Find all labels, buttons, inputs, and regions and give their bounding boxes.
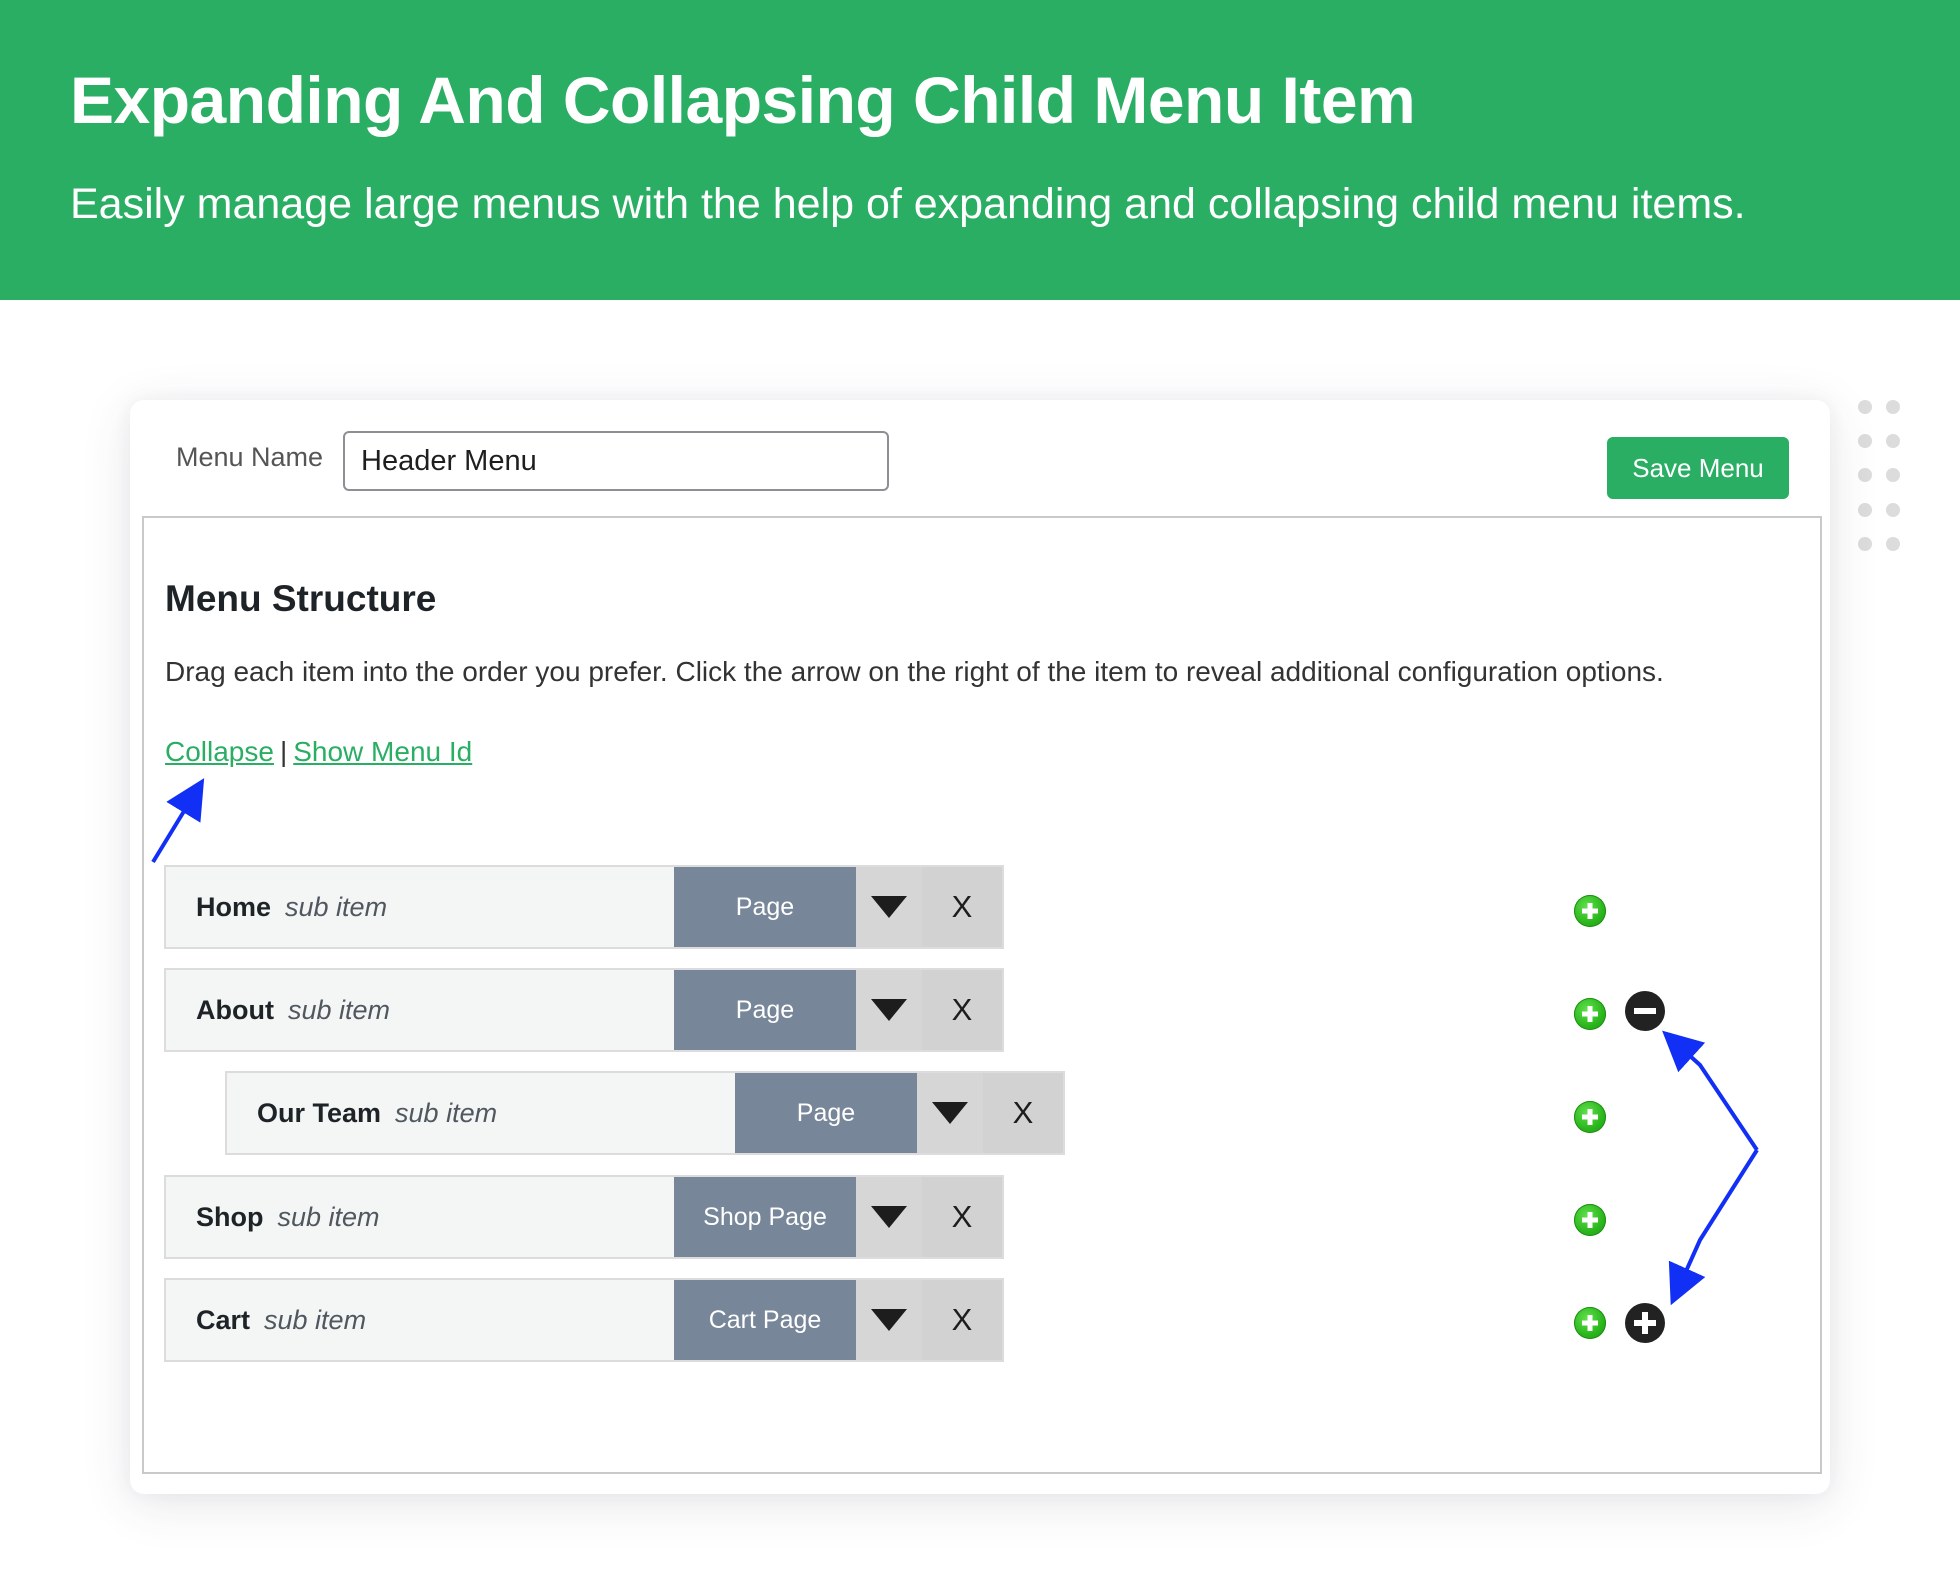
menu-item-shop[interactable]: Shop sub item Shop Page X <box>164 1175 1004 1259</box>
caret-down-icon <box>871 896 907 918</box>
remove-item-button[interactable]: X <box>922 867 1002 947</box>
add-child-plus-icon[interactable] <box>1574 998 1606 1030</box>
caret-down-icon <box>871 1206 907 1228</box>
caret-down-icon <box>871 1309 907 1331</box>
remove-item-button[interactable]: X <box>922 970 1002 1050</box>
remove-item-button[interactable]: X <box>983 1073 1063 1153</box>
menu-item-name: Cart <box>196 1304 251 1335</box>
remove-item-button[interactable]: X <box>922 1177 1002 1257</box>
collapse-link[interactable]: Collapse <box>165 736 274 767</box>
expand-item-toggle[interactable] <box>917 1073 983 1153</box>
expand-item-toggle[interactable] <box>856 867 922 947</box>
add-child-plus-icon[interactable] <box>1574 895 1606 927</box>
structure-links: Collapse | Show Menu Id <box>165 736 472 768</box>
add-child-plus-icon[interactable] <box>1574 1204 1606 1236</box>
menu-item-name: Our Team <box>257 1097 382 1128</box>
expand-item-toggle[interactable] <box>856 1280 922 1360</box>
menu-item-type: Shop Page <box>674 1177 856 1257</box>
menu-item-label: Cart sub item <box>166 1280 674 1360</box>
menu-structure-description: Drag each item into the order you prefer… <box>165 656 1664 687</box>
menu-item-sub: sub item <box>395 1097 498 1128</box>
link-separator: | <box>279 736 288 767</box>
caret-down-icon <box>871 999 907 1021</box>
expand-children-plus-icon[interactable] <box>1625 1303 1665 1343</box>
menu-name-label: Menu Name <box>176 442 324 472</box>
expand-item-toggle[interactable] <box>856 970 922 1050</box>
menu-item-type: Page <box>674 970 856 1050</box>
banner-subtitle: Easily manage large menus with the help … <box>70 180 1746 228</box>
menu-structure-title: Menu Structure <box>165 578 437 619</box>
menu-item-sub: sub item <box>285 891 388 922</box>
menu-item-name: Shop <box>196 1201 264 1232</box>
menu-item-about[interactable]: About sub item Page X <box>164 968 1004 1052</box>
menu-item-label: Shop sub item <box>166 1177 674 1257</box>
menu-item-sub: sub item <box>264 1304 367 1335</box>
header-banner: Expanding And Collapsing Child Menu Item… <box>0 0 1960 300</box>
caret-down-icon <box>932 1102 968 1124</box>
menu-item-name: Home <box>196 891 272 922</box>
menu-item-name: About <box>196 994 274 1025</box>
add-child-plus-icon[interactable] <box>1574 1101 1606 1133</box>
menu-item-cart[interactable]: Cart sub item Cart Page X <box>164 1278 1004 1362</box>
save-menu-button[interactable]: Save Menu <box>1607 437 1789 499</box>
menu-item-label: About sub item <box>166 970 674 1050</box>
menu-item-sub: sub item <box>277 1201 380 1232</box>
menu-item-type: Page <box>674 867 856 947</box>
menu-item-type: Cart Page <box>674 1280 856 1360</box>
expand-item-toggle[interactable] <box>856 1177 922 1257</box>
menu-item-our-team[interactable]: Our Team sub item Page X <box>225 1071 1065 1155</box>
menu-item-type: Page <box>735 1073 917 1153</box>
menu-item-label: Our Team sub item <box>227 1073 735 1153</box>
menu-name-input[interactable] <box>343 431 889 491</box>
menu-item-home[interactable]: Home sub item Page X <box>164 865 1004 949</box>
menu-item-sub: sub item <box>287 994 391 1025</box>
banner-title: Expanding And Collapsing Child Menu Item <box>70 63 1416 137</box>
show-menu-id-link[interactable]: Show Menu Id <box>293 736 472 767</box>
add-child-plus-icon[interactable] <box>1574 1307 1606 1339</box>
collapse-children-minus-icon[interactable] <box>1625 991 1665 1031</box>
menu-item-label: Home sub item <box>166 867 674 947</box>
remove-item-button[interactable]: X <box>922 1280 1002 1360</box>
